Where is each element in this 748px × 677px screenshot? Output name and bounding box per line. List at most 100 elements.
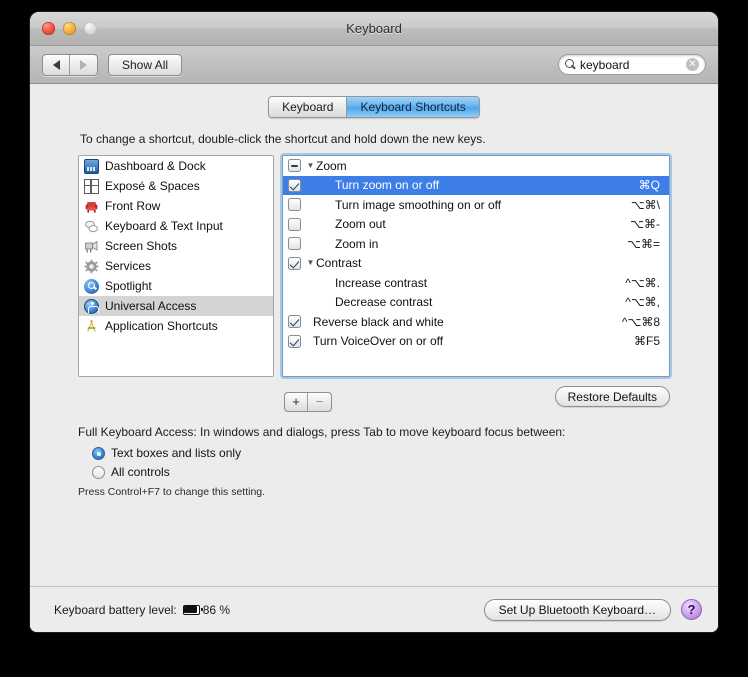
sidebar-item-label: Exposé & Spaces <box>105 179 200 193</box>
arrow-left-icon <box>52 59 60 70</box>
tab-bar: Keyboard Keyboard Shortcuts <box>30 96 718 118</box>
disclosure-triangle-icon[interactable]: ▼ <box>305 161 316 170</box>
sidebar-item-spotlight[interactable]: Spotlight <box>79 276 273 296</box>
front-row-chair-icon <box>84 199 99 214</box>
shortcut-key: ^⌥⌘. <box>625 275 660 290</box>
speech-bubbles-icon <box>84 219 99 234</box>
add-remove-buttons: + − <box>284 391 332 412</box>
search-field[interactable]: keyboard ✕ <box>558 54 706 75</box>
bottom-bar: Keyboard battery level: 86 % Set Up Blue… <box>30 586 718 632</box>
radio-unselected[interactable] <box>92 465 105 479</box>
shortcut-row[interactable]: Zoom in ⌥⌘= <box>283 234 669 254</box>
back-button[interactable] <box>43 54 70 75</box>
checkbox-cell[interactable] <box>283 217 305 231</box>
lists-container: Dashboard & Dock Exposé & Spaces Front R… <box>30 155 718 377</box>
remove-shortcut-button[interactable]: − <box>308 393 331 411</box>
toolbar: Show All keyboard ✕ <box>30 46 718 84</box>
instruction-text: To change a shortcut, double-click the s… <box>80 132 486 146</box>
shortcut-label: Turn image smoothing on or off <box>335 197 502 212</box>
close-button[interactable] <box>42 22 55 35</box>
checkbox-checked[interactable] <box>287 334 301 348</box>
sidebar-item-keyboard-text-input[interactable]: Keyboard & Text Input <box>79 216 273 236</box>
sidebar-item-label: Dashboard & Dock <box>105 159 206 173</box>
shortcut-group-row[interactable]: ▼ Contrast <box>283 254 669 274</box>
checkbox-checked[interactable] <box>287 256 301 270</box>
shortcut-label: Turn zoom on or off <box>335 178 440 193</box>
sidebar-item-label: Screen Shots <box>105 239 178 253</box>
shortcut-key: ⌥⌘- <box>630 217 660 232</box>
system-preferences-window: Keyboard Show All keyboard ✕ Keyboard Ke… <box>30 12 718 632</box>
shortcut-key: ⌘Q <box>638 178 660 193</box>
sidebar-item-label: Universal Access <box>105 299 197 313</box>
help-button[interactable]: ? <box>681 599 702 620</box>
shortcut-label: Decrease contrast <box>335 295 433 310</box>
add-shortcut-button[interactable]: + <box>285 392 308 411</box>
shortcut-row[interactable]: Turn VoiceOver on or off ⌘F5 <box>283 332 669 352</box>
set-up-bluetooth-keyboard-button[interactable]: Set Up Bluetooth Keyboard… <box>483 598 671 621</box>
shortcut-label: Zoom out <box>335 217 386 232</box>
shortcut-key: ⌘F5 <box>633 334 660 349</box>
forward-button <box>70 55 97 75</box>
sidebar-item-services[interactable]: Services <box>79 256 273 276</box>
shortcuts-list[interactable]: ▼ Zoom Turn zoom on or off ⌘Q Turn image… <box>282 155 670 377</box>
tab-keyboard-shortcuts[interactable]: Keyboard Shortcuts <box>346 97 479 117</box>
checkbox-cell[interactable] <box>283 237 305 251</box>
battery-icon <box>182 604 203 615</box>
checkbox-unchecked[interactable] <box>287 237 301 251</box>
sidebar-item-dashboard-dock[interactable]: Dashboard & Dock <box>79 156 273 176</box>
disclosure-triangle-icon[interactable]: ▼ <box>305 259 316 267</box>
shortcut-row[interactable]: Decrease contrast ^⌥⌘, <box>283 293 669 313</box>
radio-option-all-controls[interactable]: All controls <box>78 465 670 479</box>
sidebar-item-screen-shots[interactable]: Screen Shots <box>79 236 273 256</box>
shortcut-row[interactable]: Turn image smoothing on or off ⌥⌘\ <box>283 195 669 215</box>
clear-search-icon[interactable]: ✕ <box>686 58 699 71</box>
grid-spaces-icon <box>84 178 99 194</box>
checkbox-cell[interactable] <box>283 198 305 212</box>
sidebar-item-application-shortcuts[interactable]: Application Shortcuts <box>79 316 273 336</box>
sidebar-item-expose-spaces[interactable]: Exposé & Spaces <box>79 176 273 196</box>
checkbox-cell[interactable] <box>283 256 305 270</box>
sidebar-item-label: Services <box>105 259 152 273</box>
radio-option-text-boxes[interactable]: Text boxes and lists only <box>78 446 670 460</box>
checkbox-cell[interactable] <box>283 178 305 192</box>
shortcut-row[interactable]: Reverse black and white ^⌥⌘8 <box>283 312 669 332</box>
full-keyboard-access-note: Press Control+F7 to change this setting. <box>78 486 266 498</box>
checkbox-checked[interactable] <box>287 315 301 329</box>
tab-keyboard[interactable]: Keyboard <box>269 97 347 117</box>
radio-selected[interactable] <box>92 446 105 460</box>
full-keyboard-access-title: Full Keyboard Access: In windows and dia… <box>78 425 566 439</box>
show-all-button[interactable]: Show All <box>108 53 183 76</box>
shortcut-group-row[interactable]: ▼ Zoom <box>283 156 669 176</box>
checkbox-cell[interactable] <box>283 159 305 173</box>
checkbox-unchecked[interactable] <box>287 217 301 231</box>
checkbox-mixed[interactable] <box>287 159 301 173</box>
shortcut-key: ⌥⌘= <box>627 236 660 251</box>
battery-level-label: Keyboard battery level: <box>54 602 177 617</box>
shortcut-label: Zoom in <box>335 236 379 251</box>
checkbox-checked[interactable] <box>287 178 301 192</box>
restore-defaults-button[interactable]: Restore Defaults <box>554 386 670 407</box>
sidebar-item-universal-access[interactable]: Universal Access <box>79 296 273 316</box>
tab-group: Keyboard Keyboard Shortcuts <box>268 96 480 118</box>
traffic-light-group <box>42 22 97 35</box>
sidebar-item-front-row[interactable]: Front Row <box>79 196 273 216</box>
shortcut-row[interactable]: Turn zoom on or off ⌘Q <box>283 175 669 195</box>
universal-access-icon <box>84 298 99 314</box>
search-input[interactable]: keyboard <box>580 58 686 72</box>
screenshot-camera-icon <box>84 239 99 254</box>
navigation-buttons <box>42 53 98 76</box>
gear-icon <box>84 259 99 274</box>
checkbox-unchecked[interactable] <box>287 198 301 212</box>
spotlight-magnifier-icon <box>84 278 99 294</box>
window-title: Keyboard <box>346 21 402 36</box>
list-controls: + − Restore Defaults <box>78 377 718 417</box>
shortcut-row[interactable]: Increase contrast ^⌥⌘. <box>283 273 669 293</box>
minimize-button[interactable] <box>63 22 76 35</box>
shortcut-row[interactable]: Zoom out ⌥⌘- <box>283 215 669 235</box>
checkbox-cell[interactable] <box>283 315 305 329</box>
category-list[interactable]: Dashboard & Dock Exposé & Spaces Front R… <box>78 155 274 377</box>
application-a-icon <box>84 319 99 334</box>
checkbox-cell[interactable] <box>283 334 305 348</box>
shortcut-key: ^⌥⌘, <box>625 295 660 310</box>
preferences-body: Keyboard Keyboard Shortcuts To change a … <box>30 84 718 632</box>
